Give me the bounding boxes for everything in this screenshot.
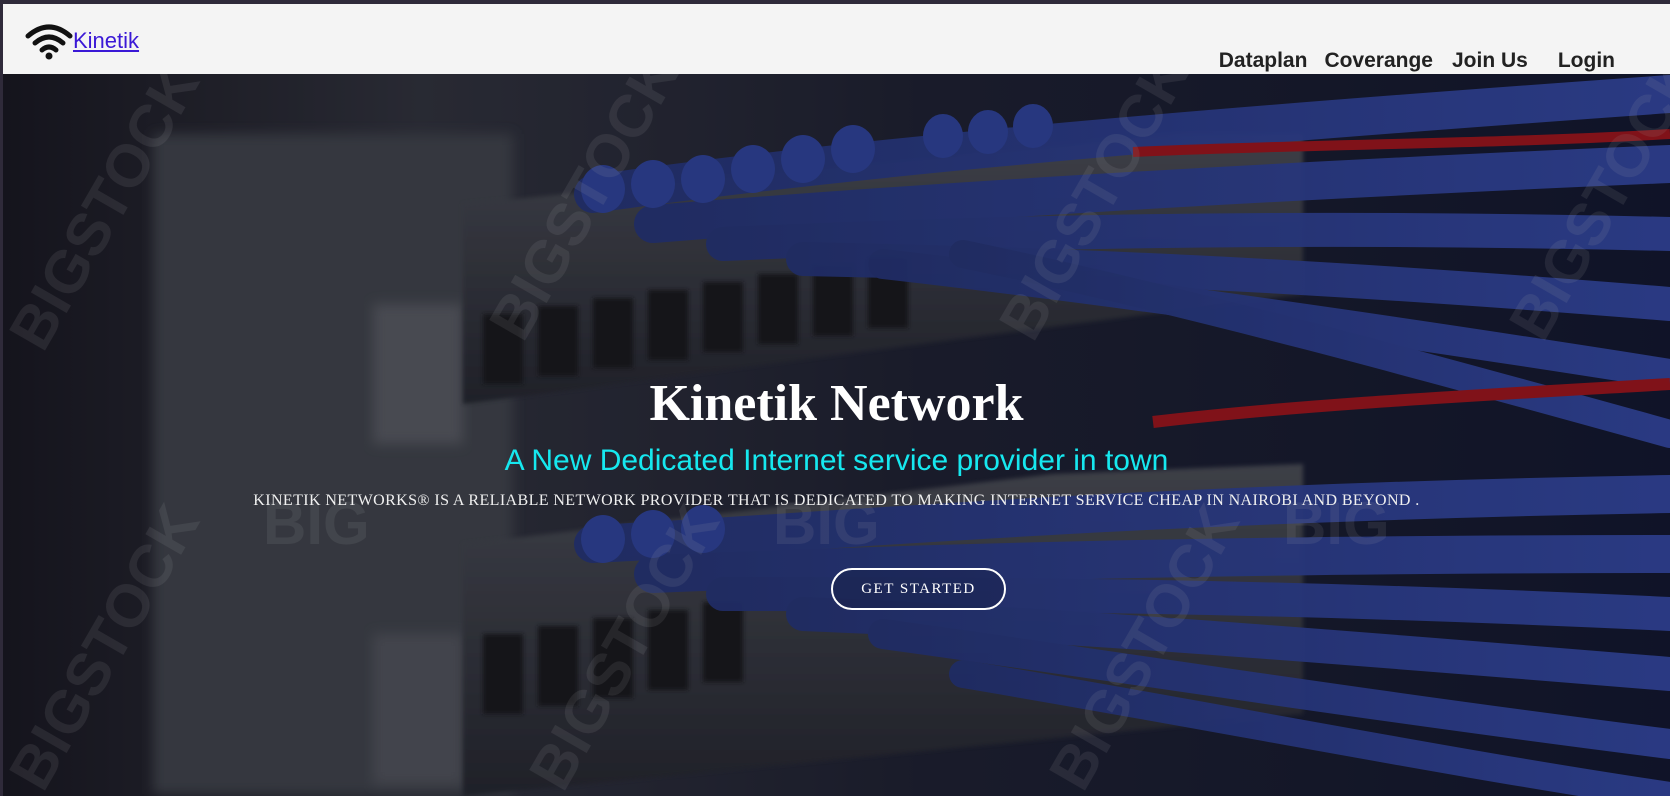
wifi-icon bbox=[25, 24, 73, 60]
nav-link-join-us[interactable]: Join Us bbox=[1452, 49, 1528, 73]
hero-section: BIGSTOCK BIGSTOCK BIGSTOCK BIGSTOCK BIGS… bbox=[3, 74, 1670, 796]
brand-link[interactable]: Kinetik bbox=[73, 28, 139, 54]
nav-link-coverage[interactable]: Coverange bbox=[1324, 49, 1433, 73]
navbar: Kinetik Dataplan Coverange Join Us Login bbox=[3, 4, 1670, 75]
hero-overlay bbox=[3, 74, 1670, 796]
nav-link-login[interactable]: Login bbox=[1558, 49, 1615, 73]
nav-links: Dataplan Coverange Join Us Login bbox=[1219, 49, 1615, 73]
get-started-button[interactable]: GET STARTED bbox=[831, 568, 1006, 610]
hero-title: Kinetik Network bbox=[649, 375, 1024, 432]
browser-viewport: Kinetik Dataplan Coverange Join Us Login bbox=[0, 0, 1670, 796]
brand[interactable]: Kinetik bbox=[25, 22, 139, 62]
nav-link-dataplan[interactable]: Dataplan bbox=[1219, 49, 1308, 73]
hero-subtitle: A New Dedicated Internet service provide… bbox=[504, 444, 1169, 477]
hero-description: KINETIK NETWORKS® IS A RELIABLE NETWORK … bbox=[253, 492, 1420, 509]
